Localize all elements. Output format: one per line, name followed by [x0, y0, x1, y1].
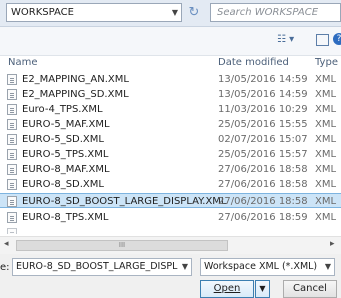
chevron-down-icon[interactable]: ▼	[325, 259, 331, 275]
file-type: XML	[315, 149, 337, 160]
filetype-select[interactable]: Workspace XML (*.XML) ▼	[200, 258, 335, 276]
xml-file-icon	[7, 74, 17, 85]
chevron-down-icon[interactable]: ▼	[182, 259, 188, 275]
scroll-right-icon[interactable]: ▸	[330, 239, 335, 249]
xml-file-icon	[7, 179, 17, 190]
file-type: XML	[315, 74, 337, 85]
file-name: EURO-8_SD.XML	[22, 179, 104, 190]
filename-value: EURO-8_SD_BOOST_LARGE_DISPL	[16, 261, 178, 272]
scroll-left-icon[interactable]: ◂	[4, 239, 9, 249]
column-date-header[interactable]: Date modified	[218, 57, 289, 68]
open-button[interactable]: Open	[200, 280, 254, 298]
xml-file-icon	[7, 134, 17, 145]
file-row[interactable]: EURO-5_MAF.XML 25/05/2016 15:55 XML	[0, 117, 341, 132]
file-type: XML	[315, 164, 337, 175]
xml-file-icon	[7, 89, 17, 100]
file-row[interactable]: EURO-8_MAF.XML 27/06/2016 18:58 XML	[0, 162, 341, 177]
file-type: XML	[315, 179, 337, 190]
xml-file-icon	[7, 164, 17, 175]
xml-file-icon	[7, 119, 17, 130]
file-type: XML	[315, 134, 337, 145]
file-date: 25/05/2016 15:57	[218, 149, 308, 160]
file-type: XML	[315, 196, 337, 207]
file-date: 13/05/2016 14:59	[218, 89, 308, 100]
file-row[interactable]: EURO-8_SD.XML 27/06/2016 18:58 XML	[0, 177, 341, 192]
filetype-value: Workspace XML (*.XML)	[204, 261, 318, 272]
file-name: E2_MAPPING_SD.XML	[22, 89, 129, 100]
file-type: XML	[315, 212, 337, 223]
xml-file-icon	[7, 149, 17, 160]
xml-file-icon	[7, 228, 17, 234]
refresh-icon[interactable]: ↻	[185, 4, 203, 21]
chevron-down-icon[interactable]: ▼	[169, 8, 181, 17]
xml-file-icon	[7, 104, 17, 115]
file-row[interactable]: Euro-4_TPS.XML 11/03/2016 10:29 XML	[0, 102, 341, 117]
file-row-selected[interactable]: EURO-8_SD_BOOST_LARGE_DISPLAY.XML 27/06/…	[0, 193, 341, 208]
open-button-label: Open	[213, 283, 241, 294]
filename-label: e:	[0, 262, 10, 273]
column-name-header[interactable]: Name	[8, 57, 38, 68]
horizontal-scrollbar[interactable]: ◂ III ▸	[0, 236, 341, 254]
column-header: Name Date modified Type	[0, 56, 341, 71]
file-name: EURO-8_MAF.XML	[22, 164, 110, 175]
file-row[interactable]: EURO-5_SD.XML 02/07/2016 15:07 XML	[0, 132, 341, 147]
file-date: 27/06/2016 18:58	[218, 179, 308, 190]
file-name: EURO-5_SD.XML	[22, 134, 104, 145]
filename-combobox[interactable]: EURO-8_SD_BOOST_LARGE_DISPL ▼	[12, 258, 192, 276]
address-bar: WORKSPACE ▼ ↻ Search WORKSPACE	[0, 0, 341, 27]
file-type: XML	[315, 89, 337, 100]
chevron-down-icon: ▼	[259, 284, 266, 293]
file-row[interactable]: E2_MAPPING_AN.XML 13/05/2016 14:59 XML	[0, 72, 341, 87]
file-date: 25/05/2016 15:55	[218, 119, 308, 130]
file-name: EURO-8_SD_BOOST_LARGE_DISPLAY.XML	[22, 196, 227, 207]
file-row-partial[interactable]	[0, 226, 341, 234]
view-options-icon[interactable]: ☷ ▾	[277, 34, 307, 48]
xml-file-icon	[7, 196, 17, 207]
search-input[interactable]: Search WORKSPACE	[210, 3, 341, 22]
toolbar: ☷ ▾ ?	[0, 27, 341, 56]
file-name: Euro-4_TPS.XML	[22, 104, 103, 115]
file-type: XML	[315, 104, 337, 115]
file-date: 27/06/2016 18:58	[218, 164, 308, 175]
folder-path-text: WORKSPACE	[11, 7, 74, 18]
file-row[interactable]: EURO-8_TPS.XML 27/06/2016 18:59 XML	[0, 210, 341, 225]
file-date: 13/05/2016 14:59	[218, 74, 308, 85]
scrollbar-thumb[interactable]: III	[16, 240, 228, 251]
file-name: E2_MAPPING_AN.XML	[22, 74, 129, 85]
file-name: EURO-5_MAF.XML	[22, 119, 110, 130]
folder-path-box[interactable]: WORKSPACE ▼	[6, 3, 182, 22]
file-list: Name Date modified Type E2_MAPPING_AN.XM…	[0, 56, 341, 259]
file-name: EURO-5_TPS.XML	[22, 149, 109, 160]
file-row[interactable]: E2_MAPPING_SD.XML 13/05/2016 14:59 XML	[0, 87, 341, 102]
file-name: EURO-8_TPS.XML	[22, 212, 109, 223]
file-date: 02/07/2016 15:07	[218, 134, 308, 145]
file-date: 27/06/2016 18:58	[218, 196, 308, 207]
preview-pane-icon[interactable]	[316, 34, 329, 46]
help-icon[interactable]: ?	[333, 33, 341, 45]
open-options-dropdown[interactable]: ▼	[255, 280, 270, 298]
file-date: 27/06/2016 18:59	[218, 212, 308, 223]
file-row[interactable]: EURO-5_TPS.XML 25/05/2016 15:57 XML	[0, 147, 341, 162]
dialog-footer: e: EURO-8_SD_BOOST_LARGE_DISPL ▼ Workspa…	[0, 254, 341, 298]
cancel-button[interactable]: Cancel	[283, 280, 337, 298]
column-type-header[interactable]: Type	[315, 57, 338, 68]
file-type: XML	[315, 119, 337, 130]
file-date: 11/03/2016 10:29	[218, 104, 308, 115]
xml-file-icon	[7, 212, 17, 223]
